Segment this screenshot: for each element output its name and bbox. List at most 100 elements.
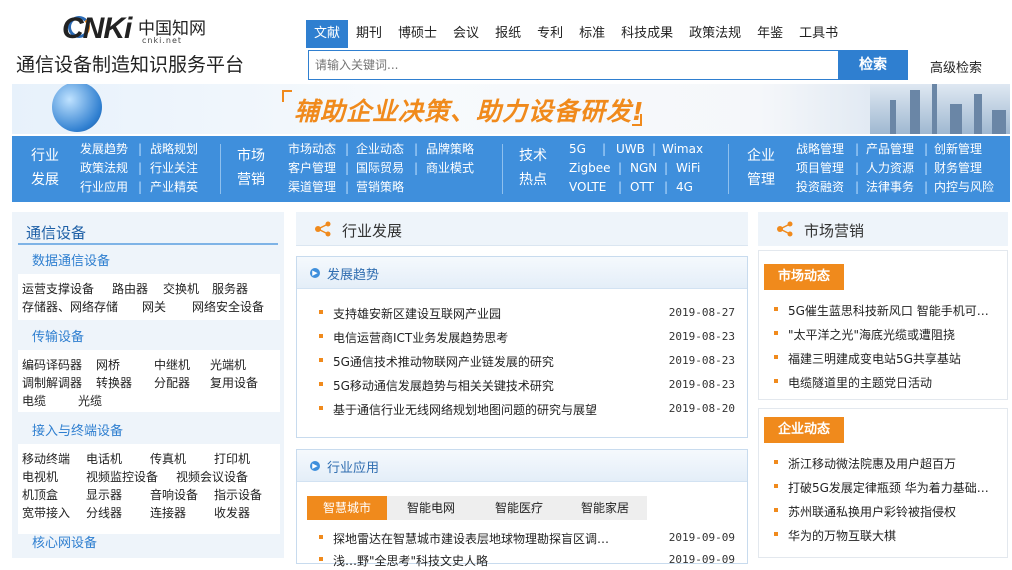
search-button[interactable]: 检索 [838, 50, 908, 80]
nav-tab-newspapers[interactable]: 报纸 [487, 20, 529, 48]
item-title[interactable]: 福建三明建成变电站5G共享基站 [788, 350, 961, 367]
item-title[interactable]: 苏州联通私换用户彩铃被指侵权 [788, 503, 956, 520]
list-item[interactable]: 电信运营商ICT业务发展趋势思考 2019-08-23 [319, 327, 735, 347]
list-item[interactable]: 浙江移动微法院惠及用户超百万 [774, 453, 999, 473]
tab-smart-city[interactable]: 智慧城市 [307, 496, 387, 520]
sidebar-link[interactable]: 分线器 [86, 504, 122, 521]
panel-title[interactable]: 发展趋势 [327, 264, 379, 283]
nav-tab-theses[interactable]: 博硕士 [390, 20, 445, 48]
advanced-search-link[interactable]: 高级检索 [930, 57, 982, 76]
sidebar-link[interactable]: 电话机 [86, 450, 122, 467]
sidebar-link[interactable]: 运营支撑设备 [22, 280, 94, 297]
item-title[interactable]: 支持雄安新区建设互联网产业园 [333, 305, 501, 322]
sidebar-link[interactable]: 显示器 [86, 486, 122, 503]
list-item[interactable]: 苏州联通私换用户彩铃被指侵权 [774, 501, 999, 521]
cat-link[interactable]: OTT [630, 178, 654, 197]
nav-tab-documents[interactable]: 文献 [306, 20, 349, 48]
cat-link[interactable]: 产业精英 [150, 178, 198, 197]
sidebar-link[interactable]: 调制解调器 [22, 374, 82, 391]
cat-link[interactable]: Zigbee [569, 159, 611, 178]
sidebar-link[interactable]: 存储器、网络存储 [22, 298, 118, 315]
sidebar-link[interactable]: 网桥 [96, 356, 120, 373]
list-item[interactable]: 浅…野"全思考"科技文史人略 2019-09-09 [319, 550, 735, 570]
item-title[interactable]: 浙江移动微法院惠及用户超百万 [788, 455, 956, 472]
nav-tab-patents[interactable]: 专利 [529, 20, 571, 48]
cat-link[interactable]: 4G [676, 178, 693, 197]
enterprise-news-tag[interactable]: 企业动态 [764, 417, 844, 443]
cat-link[interactable]: 行业关注 [150, 159, 198, 178]
item-title[interactable]: "太平洋之光"海底光缆或遭阻挠 [788, 326, 955, 343]
sidebar-link[interactable]: 电缆 [22, 392, 46, 409]
list-item[interactable]: 5G催生蓝思科技新风口 智能手机可… [774, 300, 999, 320]
sidebar-link[interactable]: 音响设备 [150, 486, 198, 503]
sidebar-link[interactable]: 连接器 [150, 504, 186, 521]
sidebar-link[interactable]: 指示设备 [214, 486, 262, 503]
sidebar-link[interactable]: 光端机 [210, 356, 246, 373]
cat-link[interactable]: 营销策略 [356, 178, 404, 197]
cat-link[interactable]: 人力资源 [866, 159, 914, 178]
item-title[interactable]: 5G通信技术推动物联网产业链发展的研究 [333, 353, 554, 370]
cat-link[interactable]: 渠道管理 [288, 178, 336, 197]
item-title[interactable]: 基于通信行业无线网络规划地图问题的研究与展望 [333, 401, 597, 418]
item-title[interactable]: 电缆隧道里的主题党日活动 [788, 374, 932, 391]
market-news-tag[interactable]: 市场动态 [764, 264, 844, 290]
list-item[interactable]: 福建三明建成变电站5G共享基站 [774, 348, 999, 368]
list-item[interactable]: 基于通信行业无线网络规划地图问题的研究与展望 2019-08-20 [319, 399, 735, 419]
list-item[interactable]: 5G移动通信发展趋势与相关关键技术研究 2019-08-23 [319, 375, 735, 395]
cat-link[interactable]: 政策法规 [80, 159, 128, 178]
cat-link[interactable]: Wimax [662, 140, 703, 159]
sidebar-link[interactable]: 转换器 [96, 374, 132, 391]
cnki-logo[interactable]: CNKi 中国知网 cnki.net [62, 12, 212, 46]
list-item[interactable]: 支持雄安新区建设互联网产业园 2019-08-27 [319, 303, 735, 323]
nav-tab-achievements[interactable]: 科技成果 [613, 20, 681, 48]
cat-link[interactable]: 内控与风险 [934, 178, 994, 197]
cat-link[interactable]: NGN [630, 159, 657, 178]
sidebar-link[interactable]: 分配器 [154, 374, 190, 391]
cat-link[interactable]: 创新管理 [934, 140, 982, 159]
sidebar-link[interactable]: 视频会议设备 [176, 468, 248, 485]
cat-link[interactable]: 战略管理 [796, 140, 844, 159]
sidebar-link[interactable]: 移动终端 [22, 450, 70, 467]
cat-link[interactable]: 企业动态 [356, 140, 404, 159]
cat-link[interactable]: 财务管理 [934, 159, 982, 178]
sidebar-link[interactable]: 交换机 [163, 280, 199, 297]
nav-tab-policies[interactable]: 政策法规 [681, 20, 749, 48]
list-item[interactable]: 华为的万物互联大棋 [774, 525, 999, 545]
tab-smart-grid[interactable]: 智能电网 [391, 496, 471, 520]
tab-smart-medical[interactable]: 智能医疗 [477, 496, 561, 520]
item-title[interactable]: 打破5G发展定律瓶颈 华为着力基础… [788, 479, 989, 496]
cat-link[interactable]: 投资融资 [796, 178, 844, 197]
cat-link[interactable]: 商业模式 [426, 159, 474, 178]
cat-link[interactable]: 战略规划 [150, 140, 198, 159]
item-title[interactable]: 电信运营商ICT业务发展趋势思考 [333, 329, 508, 346]
list-item[interactable]: 探地雷达在智慧城市建设表层地球物理勘探盲区调… 2019-09-09 [319, 528, 735, 548]
cat-link[interactable]: 项目管理 [796, 159, 844, 178]
panel-title[interactable]: 行业应用 [327, 457, 379, 476]
sidebar-link[interactable]: 网关 [142, 298, 166, 315]
sidebar-link[interactable]: 网络安全设备 [192, 298, 264, 315]
item-title[interactable]: 华为的万物互联大棋 [788, 527, 896, 544]
list-item[interactable]: "太平洋之光"海底光缆或遭阻挠 [774, 324, 999, 344]
sidebar-group-title[interactable]: 核心网设备 [32, 532, 97, 551]
sidebar-link[interactable]: 编码译码器 [22, 356, 82, 373]
cat-link[interactable]: 行业应用 [80, 178, 128, 197]
search-input[interactable] [308, 50, 838, 80]
list-item[interactable]: 5G通信技术推动物联网产业链发展的研究 2019-08-23 [319, 351, 735, 371]
nav-tab-reference-books[interactable]: 工具书 [791, 20, 846, 48]
nav-tab-conferences[interactable]: 会议 [445, 20, 487, 48]
sidebar-link[interactable]: 复用设备 [210, 374, 258, 391]
sidebar-link[interactable]: 视频监控设备 [86, 468, 158, 485]
tab-smart-home[interactable]: 智能家居 [565, 496, 645, 520]
sidebar-link[interactable]: 宽带接入 [22, 504, 70, 521]
nav-tab-yearbooks[interactable]: 年鉴 [749, 20, 791, 48]
cat-link[interactable]: 产品管理 [866, 140, 914, 159]
cat-link[interactable]: 国际贸易 [356, 159, 404, 178]
sidebar-group-title[interactable]: 接入与终端设备 [32, 420, 123, 439]
sidebar-link[interactable]: 中继机 [154, 356, 190, 373]
list-item[interactable]: 打破5G发展定律瓶颈 华为着力基础… [774, 477, 999, 497]
sidebar-link[interactable]: 打印机 [214, 450, 250, 467]
item-title[interactable]: 探地雷达在智慧城市建设表层地球物理勘探盲区调… [333, 530, 609, 547]
item-title[interactable]: 5G移动通信发展趋势与相关关键技术研究 [333, 377, 554, 394]
sidebar-link[interactable]: 传真机 [150, 450, 186, 467]
cat-link[interactable]: 发展趋势 [80, 140, 128, 159]
